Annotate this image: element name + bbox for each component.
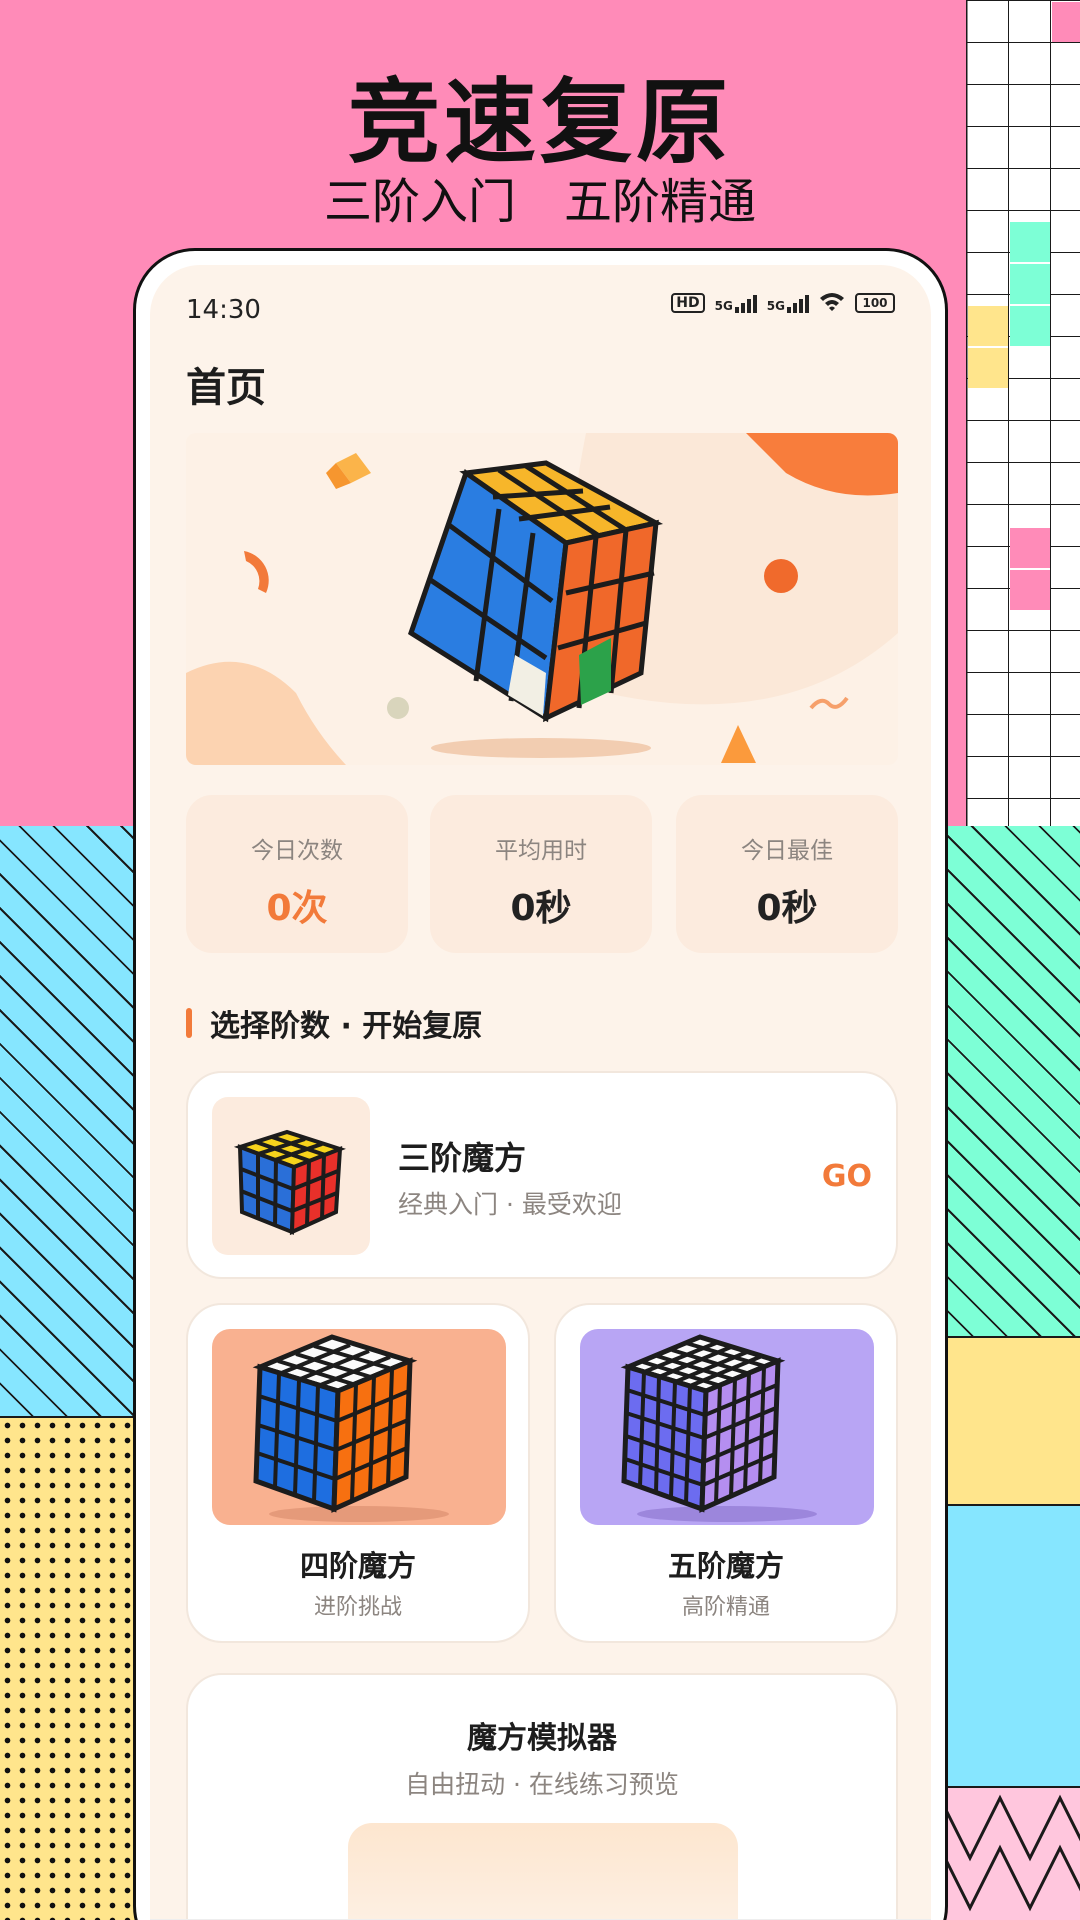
status-icons: HD 5G 5G 100 <box>671 291 895 315</box>
cube3-icon <box>233 1129 346 1236</box>
cube4-subtitle: 进阶挑战 <box>313 1595 402 1620</box>
hatch-decoration-right <box>940 826 1080 1336</box>
cube3-subtitle: 经典入门 · 最受欢迎 <box>398 1190 622 1219</box>
page-title: 首页 <box>186 365 266 411</box>
stat-value: 0次 <box>266 888 328 929</box>
dot-pattern-decoration <box>0 1416 140 1920</box>
signal-icon-2: 5G <box>767 293 809 313</box>
simulator-subtitle: 自由扭动 · 在线练习预览 <box>405 1770 679 1799</box>
cube4-card[interactable]: 四阶魔方 进阶挑战 <box>186 1303 530 1643</box>
rubiks-cube-illustration <box>186 433 898 765</box>
cube4-image <box>212 1329 506 1525</box>
app-screen: 14:30 HD 5G 5G 100 首页 今日次数 0次 平均用时 0秒 今日… <box>150 265 931 1920</box>
hero-banner[interactable] <box>186 433 898 765</box>
stat-label: 平均用时 <box>495 838 587 864</box>
cube5-title: 五阶魔方 <box>667 1549 784 1583</box>
stat-card-today-count: 今日次数 0次 <box>186 795 408 953</box>
hd-icon: HD <box>671 293 705 313</box>
stat-value: 0秒 <box>756 888 818 929</box>
section-accent-bar <box>186 1008 192 1038</box>
cube4-icon <box>252 1334 449 1522</box>
go-button[interactable]: GO <box>822 1159 872 1194</box>
section-title: 选择阶数 · 开始复原 <box>210 1009 483 1044</box>
stat-card-avg-time: 平均用时 0秒 <box>430 795 652 953</box>
stat-label: 今日次数 <box>251 838 343 864</box>
section-header: 选择阶数 · 开始复原 <box>186 1001 482 1045</box>
stat-value: 0秒 <box>510 888 572 929</box>
stat-label: 今日最佳 <box>741 838 833 864</box>
cube3-thumbnail <box>212 1097 370 1255</box>
simulator-preview-image <box>348 1823 738 1920</box>
cube3-card[interactable]: 三阶魔方 经典入门 · 最受欢迎 GO <box>186 1071 898 1279</box>
cube5-icon <box>620 1334 817 1522</box>
cube5-subtitle: 高阶精通 <box>681 1595 770 1620</box>
hatch-decoration-left <box>0 826 140 1416</box>
blue-block-decoration <box>940 1506 1080 1786</box>
cube4-title: 四阶魔方 <box>299 1549 416 1583</box>
stat-card-today-best: 今日最佳 0秒 <box>676 795 898 953</box>
zigzag-decoration <box>940 1786 1080 1920</box>
cube5-image <box>580 1329 874 1525</box>
simulator-card[interactable]: 魔方模拟器 自由扭动 · 在线练习预览 <box>186 1673 898 1920</box>
phone-frame: 14:30 HD 5G 5G 100 首页 今日次数 0次 平均用时 0秒 今日… <box>133 248 948 1920</box>
status-time: 14:30 <box>186 295 261 325</box>
cube5-card[interactable]: 五阶魔方 高阶精通 <box>554 1303 898 1643</box>
simulator-title: 魔方模拟器 <box>467 1721 617 1756</box>
signal-icon-1: 5G <box>715 293 757 313</box>
yellow-block-decoration <box>940 1336 1080 1506</box>
battery-icon: 100 <box>855 293 895 313</box>
wifi-icon <box>819 291 845 315</box>
cube3-title: 三阶魔方 <box>398 1139 527 1177</box>
promo-subtitle: 三阶入门 五阶精通 <box>323 174 756 230</box>
